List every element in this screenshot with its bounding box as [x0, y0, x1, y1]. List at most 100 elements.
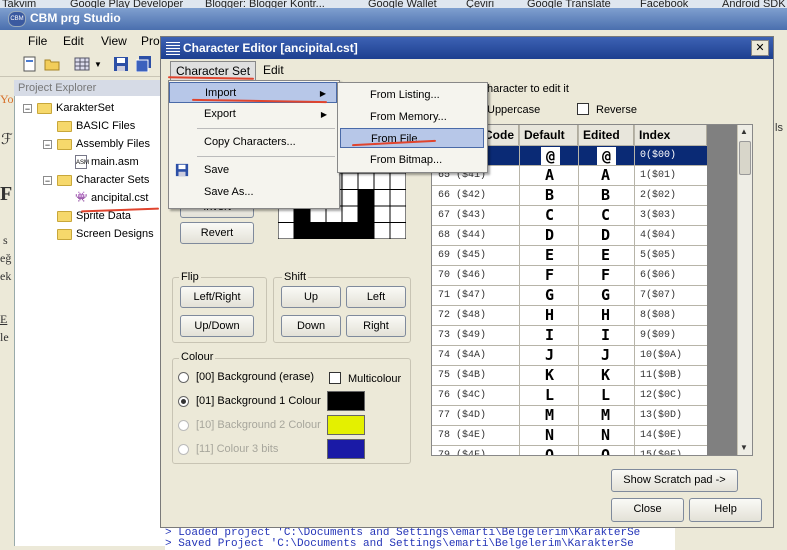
- close-icon[interactable]: ✕: [751, 40, 769, 56]
- multicolour-checkbox[interactable]: [329, 372, 341, 384]
- pixel-cell[interactable]: [357, 205, 375, 223]
- edited-glyph-cell: O: [597, 447, 614, 455]
- shift-right-button[interactable]: Right: [346, 315, 406, 337]
- column-divider: [578, 125, 579, 455]
- pixel-cell[interactable]: [325, 222, 343, 240]
- table-row[interactable]: 79 ($4F) O O 15($0F): [432, 445, 707, 455]
- menu-item-save[interactable]: Save: [169, 160, 337, 181]
- pixel-cell[interactable]: [341, 205, 359, 223]
- menu-project[interactable]: Pro: [141, 34, 160, 48]
- pixel-cell[interactable]: [309, 222, 327, 240]
- tree-collapse-icon[interactable]: −: [23, 104, 32, 114]
- save-all-icon[interactable]: [136, 56, 152, 72]
- close-button[interactable]: Close: [611, 498, 684, 522]
- pixel-cell[interactable]: [293, 222, 311, 240]
- colour-radio[interactable]: [178, 420, 189, 431]
- table-row[interactable]: 75 ($4B) K K 11($0B): [432, 365, 707, 385]
- pixel-cell[interactable]: [373, 173, 391, 190]
- table-row[interactable]: 66 ($42) B B 2($02): [432, 185, 707, 205]
- bg-text-fragment: le: [0, 330, 9, 344]
- tree-item[interactable]: Character Sets: [57, 172, 149, 188]
- reverse-checkbox[interactable]: [577, 103, 589, 115]
- menu-separator: [197, 156, 335, 157]
- pixel-cell[interactable]: [341, 222, 359, 240]
- shift-down-button[interactable]: Down: [281, 315, 341, 337]
- tree-item[interactable]: ASM main.asm: [75, 154, 139, 170]
- pixel-cell[interactable]: [357, 222, 375, 240]
- open-folder-icon[interactable]: [44, 56, 60, 72]
- dialog-title-bar[interactable]: Character Editor [ancipital.cst]: [161, 37, 773, 59]
- pixel-cell[interactable]: [278, 222, 295, 240]
- tree-item[interactable]: Screen Designs: [57, 226, 154, 242]
- menu-edit[interactable]: Edit: [63, 34, 84, 48]
- table-row[interactable]: 68 ($44) D D 4($04): [432, 225, 707, 245]
- pixel-cell[interactable]: [389, 222, 406, 240]
- tree-item[interactable]: KarakterSet: [37, 100, 114, 116]
- help-button[interactable]: Help: [689, 498, 762, 522]
- scroll-down-icon[interactable]: ▼: [740, 443, 748, 452]
- tree-item[interactable]: 👾 ancipital.cst: [75, 190, 148, 206]
- colour-radio[interactable]: [178, 372, 189, 383]
- table-row[interactable]: 77 ($4D) M M 13($0D): [432, 405, 707, 425]
- flip-up-down-button[interactable]: Up/Down: [180, 315, 254, 337]
- tree-item[interactable]: Assembly Files: [57, 136, 150, 152]
- menu-item-copy-characters[interactable]: Copy Characters...: [169, 132, 337, 153]
- pixel-cell[interactable]: [373, 222, 391, 240]
- table-row[interactable]: 78 ($4E) N N 14($0E): [432, 425, 707, 445]
- pixel-cell[interactable]: [373, 205, 391, 223]
- new-project-icon[interactable]: [22, 56, 38, 72]
- menu-item-from-listing[interactable]: From Listing...: [340, 85, 484, 105]
- asm-file-icon: ASM: [75, 155, 89, 170]
- table-row[interactable]: 72 ($48) H H 8($08): [432, 305, 707, 325]
- pixel-cell[interactable]: [357, 189, 375, 207]
- menu-view[interactable]: View: [101, 34, 127, 48]
- tree-collapse-icon[interactable]: −: [43, 176, 52, 186]
- tree-item-label: Screen Designs: [76, 228, 154, 240]
- table-row[interactable]: 70 ($46) F F 6($06): [432, 265, 707, 285]
- grid-icon[interactable]: [74, 56, 90, 72]
- tree-item[interactable]: BASIC Files: [57, 118, 135, 134]
- pixel-cell[interactable]: [341, 189, 359, 207]
- edited-glyph-cell: D: [597, 227, 614, 244]
- menu-file[interactable]: File: [28, 34, 47, 48]
- scroll-up-icon[interactable]: ▲: [740, 127, 748, 136]
- character-grid-icon: [166, 41, 180, 55]
- show-scratch-pad-button[interactable]: Show Scratch pad ->: [611, 469, 738, 492]
- dropdown-arrow-icon[interactable]: ▼: [94, 60, 102, 69]
- table-row[interactable]: 69 ($45) E E 5($05): [432, 245, 707, 265]
- column-header-index[interactable]: Index: [634, 125, 707, 145]
- column-header-default[interactable]: Default: [519, 125, 578, 145]
- flip-left-right-button[interactable]: Left/Right: [180, 286, 254, 308]
- shift-left-button[interactable]: Left: [346, 286, 406, 308]
- colour-swatch[interactable]: [327, 415, 365, 435]
- revert-button[interactable]: Revert: [180, 222, 254, 244]
- colour-swatch[interactable]: [327, 391, 365, 411]
- pixel-cell[interactable]: [389, 205, 406, 223]
- colour-radio[interactable]: [178, 396, 189, 407]
- pixel-cell[interactable]: [373, 189, 391, 207]
- menu-item-export[interactable]: Export ▶: [169, 104, 337, 125]
- pixel-cell[interactable]: [389, 189, 406, 207]
- table-row[interactable]: 74 ($4A) J J 10($0A): [432, 345, 707, 365]
- pixel-cell[interactable]: [357, 173, 375, 190]
- table-row[interactable]: 71 ($47) G G 7($07): [432, 285, 707, 305]
- save-icon[interactable]: [113, 56, 129, 72]
- shift-up-button[interactable]: Up: [281, 286, 341, 308]
- character-table[interactable]: Code Default Edited Index @ @0($00) 65 ($4…: [431, 124, 753, 456]
- menu-item-save-as[interactable]: Save As...: [169, 182, 337, 203]
- table-row[interactable]: 67 ($43) C C 3($03): [432, 205, 707, 225]
- pixel-cell[interactable]: [341, 173, 359, 190]
- edited-glyph-cell: M: [597, 407, 614, 424]
- tree-collapse-icon[interactable]: −: [43, 140, 52, 150]
- column-header-edited[interactable]: Edited: [578, 125, 634, 145]
- pixel-cell[interactable]: [389, 173, 406, 190]
- menu-item-from-memory[interactable]: From Memory...: [340, 107, 484, 127]
- scroll-thumb[interactable]: [739, 141, 751, 175]
- colour-radio[interactable]: [178, 444, 189, 455]
- table-row[interactable]: 73 ($49) I I 9($09): [432, 325, 707, 345]
- table-row[interactable]: 76 ($4C) L L 12($0C): [432, 385, 707, 405]
- table-scrollbar[interactable]: ▲ ▼: [737, 125, 752, 455]
- menu-item-from-bitmap[interactable]: From Bitmap...: [340, 150, 484, 170]
- colour-swatch[interactable]: [327, 439, 365, 459]
- menu-edit[interactable]: Edit: [258, 61, 289, 79]
